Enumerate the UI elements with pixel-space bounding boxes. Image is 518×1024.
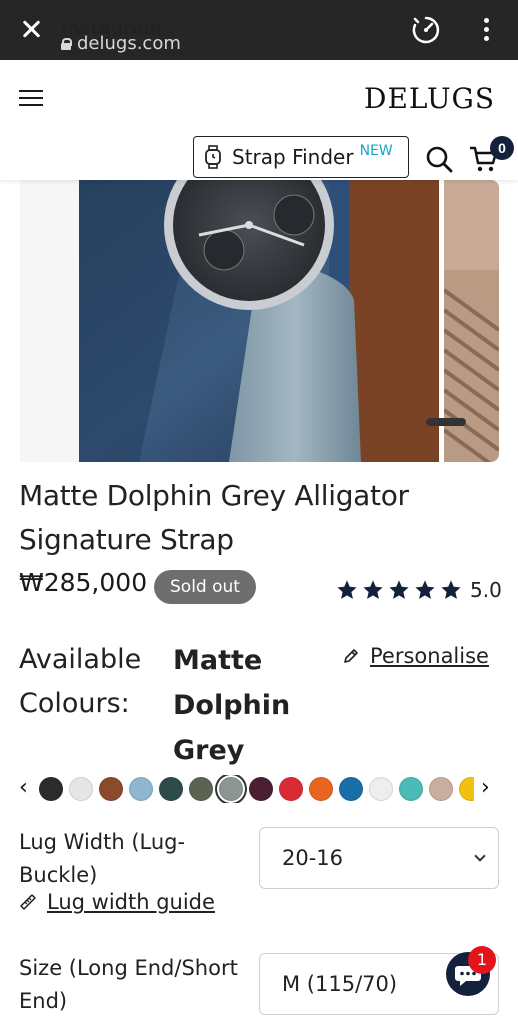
lug-width-guide-link[interactable]: Lug width guide (19, 890, 215, 914)
product-title-line1: Matte Dolphin Grey Alligator (19, 479, 409, 512)
star-icon (363, 580, 383, 599)
status-badge: Sold out (154, 570, 256, 604)
ruler-icon (20, 894, 36, 910)
colour-swatch[interactable] (69, 777, 93, 801)
lug-width-label-line2: Buckle) (19, 863, 98, 887)
browser-toolbar: Instagram delugs.com (0, 0, 518, 60)
available-colours-label: Available Colours: (19, 638, 169, 726)
product-title: Matte Dolphin Grey Alligator Signature S… (19, 474, 489, 562)
lug-width-label-line1: Lug Width (Lug- (19, 830, 186, 854)
gallery-edge (20, 180, 79, 462)
watch-icon (205, 145, 221, 169)
product-image[interactable] (79, 180, 439, 462)
star-icon (415, 580, 435, 599)
colour-swatch[interactable] (129, 777, 153, 801)
browser-url: delugs.com (61, 33, 181, 54)
lug-width-select[interactable]: 20-16 (259, 827, 499, 889)
colour-swatch-carousel: ‹ › (0, 772, 518, 806)
lug-width-value: 20-16 (282, 846, 344, 870)
gallery-indicator (426, 418, 466, 426)
size-label: Size (Long End/Short End) (19, 952, 239, 1018)
colour-swatch[interactable] (399, 777, 423, 801)
chevron-left-icon[interactable]: ‹ (19, 777, 33, 799)
cart-count-badge: 0 (490, 136, 514, 160)
url-text: delugs.com (77, 33, 181, 54)
selected-colour-line1: Matte (173, 645, 263, 676)
lock-icon (61, 37, 72, 50)
star-icon (337, 580, 357, 599)
site-header: DELUGS Strap Finder NEW 0 (0, 60, 518, 180)
colour-swatch[interactable] (39, 777, 63, 801)
product-price: ₩285,000 (19, 568, 148, 597)
available-colours-label-line2: Colours: (19, 688, 130, 719)
product-rating[interactable]: 5.0 (336, 578, 502, 602)
site-logo[interactable]: DELUGS (364, 82, 495, 115)
colour-swatch[interactable] (99, 777, 123, 801)
speedometer-icon[interactable] (411, 15, 441, 45)
selected-colour-line2: Dolphin (173, 690, 291, 721)
colour-swatch[interactable] (219, 777, 243, 801)
chat-unread-badge: 1 (468, 946, 496, 974)
star-icon (389, 580, 409, 599)
strap-finder-label: Strap Finder (232, 145, 354, 169)
rating-value: 5.0 (470, 578, 502, 602)
colour-swatch[interactable] (159, 777, 183, 801)
menu-icon[interactable] (19, 90, 43, 108)
lug-width-label: Lug Width (Lug- Buckle) (19, 826, 239, 892)
swatch-list (36, 775, 474, 803)
personalise-link[interactable]: Personalise (342, 644, 489, 668)
strap-finder-button[interactable]: Strap Finder NEW (193, 136, 409, 178)
colour-swatch[interactable] (249, 777, 273, 801)
chevron-down-icon (474, 850, 486, 862)
available-colours-label-line1: Available (19, 644, 142, 675)
colour-swatch[interactable] (429, 777, 453, 801)
star-icon (441, 580, 461, 599)
pen-icon (344, 649, 358, 663)
lug-width-guide-label: Lug width guide (47, 890, 215, 914)
chevron-right-icon[interactable]: › (481, 777, 495, 799)
colour-swatch[interactable] (309, 777, 333, 801)
product-gallery[interactable] (0, 180, 518, 462)
colour-swatch[interactable] (279, 777, 303, 801)
selected-colour-line3: Grey (173, 735, 245, 766)
size-label-line2: End) (19, 989, 68, 1013)
size-label-line1: Size (Long End/Short (19, 956, 238, 980)
more-options-icon[interactable] (484, 18, 490, 42)
size-value: M (115/70) (282, 972, 398, 996)
colour-swatch[interactable] (369, 777, 393, 801)
new-badge: NEW (359, 143, 393, 159)
colour-swatch[interactable] (339, 777, 363, 801)
personalise-label: Personalise (370, 644, 489, 668)
colour-swatch[interactable] (189, 777, 213, 801)
selected-colour-name: Matte Dolphin Grey (173, 638, 323, 773)
search-icon[interactable] (425, 145, 453, 173)
colour-swatch[interactable] (459, 777, 474, 801)
close-icon[interactable] (18, 16, 44, 42)
product-title-line2: Signature Strap (19, 523, 234, 556)
